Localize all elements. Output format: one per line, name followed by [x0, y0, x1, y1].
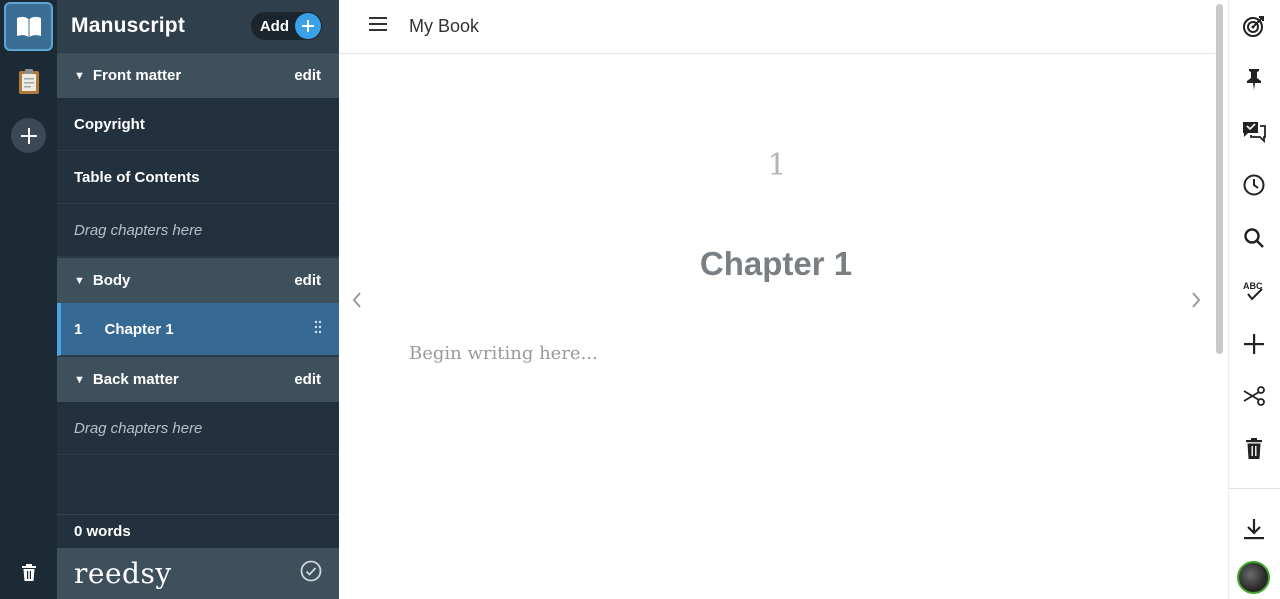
add-icon[interactable] — [1241, 331, 1267, 357]
toolbar-divider — [1229, 488, 1280, 489]
chapter-page-number: 1 — [767, 148, 787, 183]
clipboard-icon — [18, 68, 39, 94]
reedsy-logo: reedsy — [74, 557, 172, 590]
chapter-title[interactable]: Chapter 1 — [620, 245, 932, 283]
chevron-right-icon — [1192, 292, 1201, 308]
sidebar-item-label: Copyright — [74, 115, 145, 133]
sidebar-item-copyright[interactable]: Copyright — [57, 98, 339, 151]
trash-icon[interactable] — [1241, 436, 1267, 462]
sidebar-item-table-of-contents[interactable]: Table of Contents — [57, 151, 339, 204]
section-body[interactable]: ▼ Body edit — [57, 257, 339, 303]
book-title: My Book — [409, 16, 480, 36]
search-icon[interactable] — [1241, 225, 1267, 251]
add-book-button[interactable] — [11, 118, 46, 153]
sidebar-footer: reedsy — [57, 548, 339, 599]
edit-back-matter-button[interactable]: edit — [294, 371, 321, 388]
app-rail — [0, 0, 57, 599]
pin-icon[interactable] — [1241, 66, 1267, 92]
hamburger-menu-icon[interactable] — [369, 17, 387, 36]
chevron-left-icon — [352, 292, 361, 308]
plus-icon — [295, 13, 321, 39]
drag-drop-zone[interactable]: Drag chapters here — [57, 402, 339, 455]
right-toolbar: ABC — [1228, 0, 1280, 599]
notes-button[interactable] — [4, 56, 53, 105]
trash-icon — [21, 563, 36, 581]
download-icon[interactable] — [1241, 516, 1267, 542]
section-front-matter[interactable]: ▼ Front matter edit — [57, 52, 339, 98]
manuscript-book-button[interactable] — [4, 2, 53, 51]
plus-icon — [20, 127, 37, 144]
collapse-triangle-icon[interactable]: ▼ — [74, 70, 85, 82]
editor-body-placeholder[interactable]: Begin writing here... — [409, 343, 598, 364]
user-avatar[interactable] — [1237, 561, 1270, 594]
spellcheck-icon[interactable]: ABC — [1241, 278, 1267, 304]
manuscript-sidebar: Manuscript Add ▼ Front matter edit Copyri… — [57, 0, 339, 599]
drag-hint: Drag chapters here — [74, 419, 203, 437]
goals-icon[interactable] — [1241, 13, 1267, 39]
section-label: Back matter — [92, 371, 179, 388]
word-count: 0 words — [57, 514, 339, 548]
section-label: Body — [92, 272, 131, 289]
saved-check-icon[interactable] — [300, 560, 322, 587]
editor-scrollbar[interactable] — [1216, 4, 1223, 354]
edit-front-matter-button[interactable]: edit — [294, 67, 321, 84]
sidebar-item-chapter-1[interactable]: 1 Chapter 1 — [57, 303, 339, 356]
svg-text:ABC: ABC — [1243, 281, 1263, 291]
rail-trash-button[interactable] — [4, 548, 53, 597]
previous-chapter-button[interactable] — [347, 286, 367, 314]
editor-topbar: My Book — [339, 0, 1215, 54]
drag-handle-icon[interactable] — [314, 320, 322, 338]
collapse-triangle-icon[interactable]: ▼ — [74, 275, 85, 287]
add-label: Add — [259, 17, 289, 35]
sidebar-title: Manuscript — [71, 14, 186, 37]
chapter-number: 1 — [74, 320, 83, 338]
next-chapter-button[interactable] — [1186, 286, 1206, 314]
section-label: Front matter — [92, 67, 182, 84]
book-icon — [16, 16, 41, 37]
comments-icon[interactable] — [1241, 119, 1267, 145]
chapter-label: Chapter 1 — [104, 320, 174, 338]
sidebar-item-label: Table of Contents — [74, 168, 200, 186]
collapse-triangle-icon[interactable]: ▼ — [74, 374, 85, 386]
history-icon[interactable] — [1241, 172, 1267, 198]
drag-drop-zone[interactable]: Drag chapters here — [57, 204, 339, 257]
section-back-matter[interactable]: ▼ Back matter edit — [57, 356, 339, 402]
edit-body-button[interactable]: edit — [294, 272, 321, 289]
add-chapter-button[interactable]: Add — [250, 12, 322, 40]
sidebar-header: Manuscript Add — [57, 0, 339, 52]
cut-icon[interactable] — [1241, 383, 1267, 409]
drag-hint: Drag chapters here — [74, 221, 203, 239]
